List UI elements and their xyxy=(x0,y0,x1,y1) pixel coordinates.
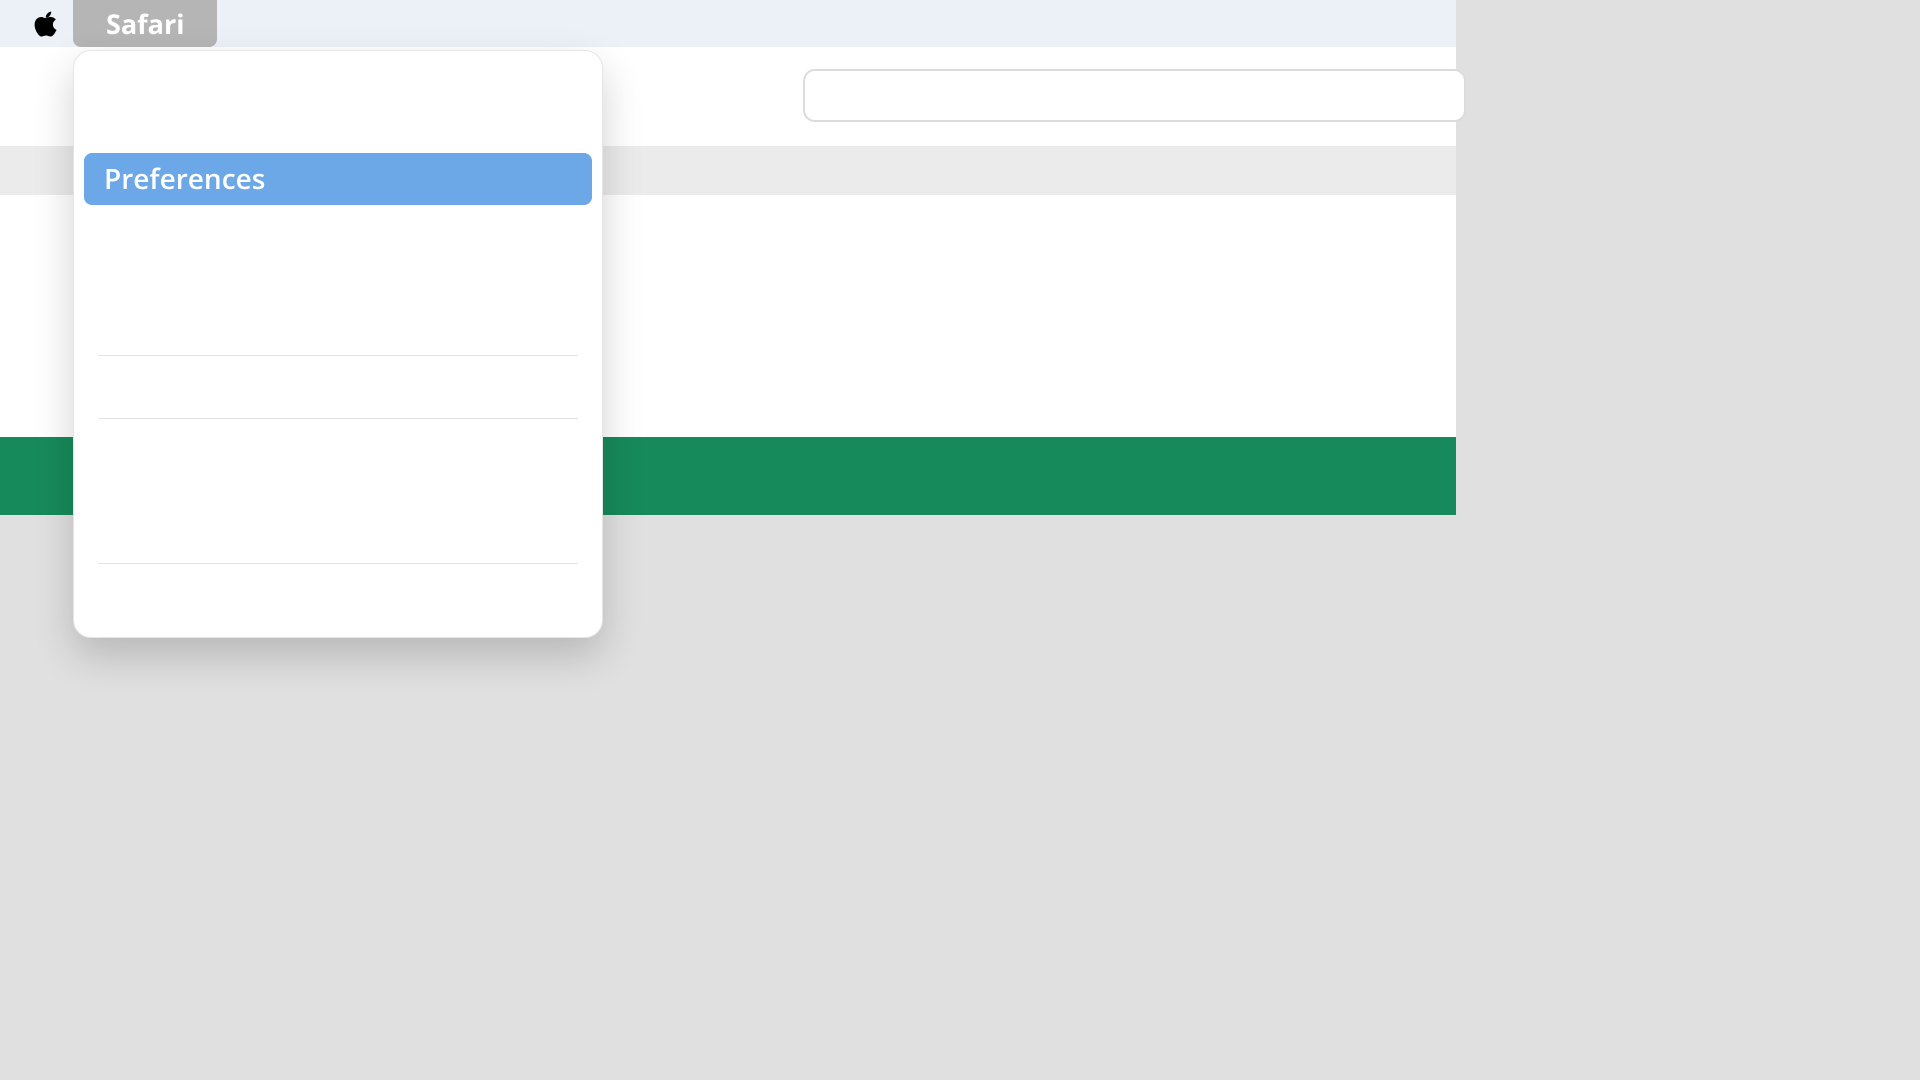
menu-bar: Safari xyxy=(0,0,1456,47)
menu-app-label: Safari xyxy=(106,5,184,42)
apple-icon[interactable] xyxy=(33,11,59,37)
address-bar[interactable] xyxy=(803,69,1466,122)
menu-item-preferences[interactable]: Preferences xyxy=(84,153,592,205)
menu-item-label: Preferences xyxy=(104,160,265,198)
menu-app-safari[interactable]: Safari xyxy=(73,0,217,47)
menu-separator xyxy=(98,563,578,564)
app-menu-dropdown: Preferences xyxy=(73,50,603,638)
